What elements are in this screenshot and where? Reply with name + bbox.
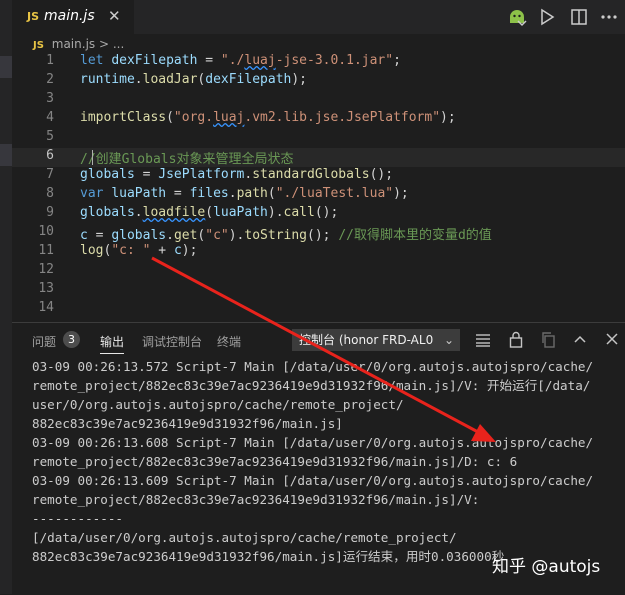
annotation-arrow: [151, 256, 496, 442]
